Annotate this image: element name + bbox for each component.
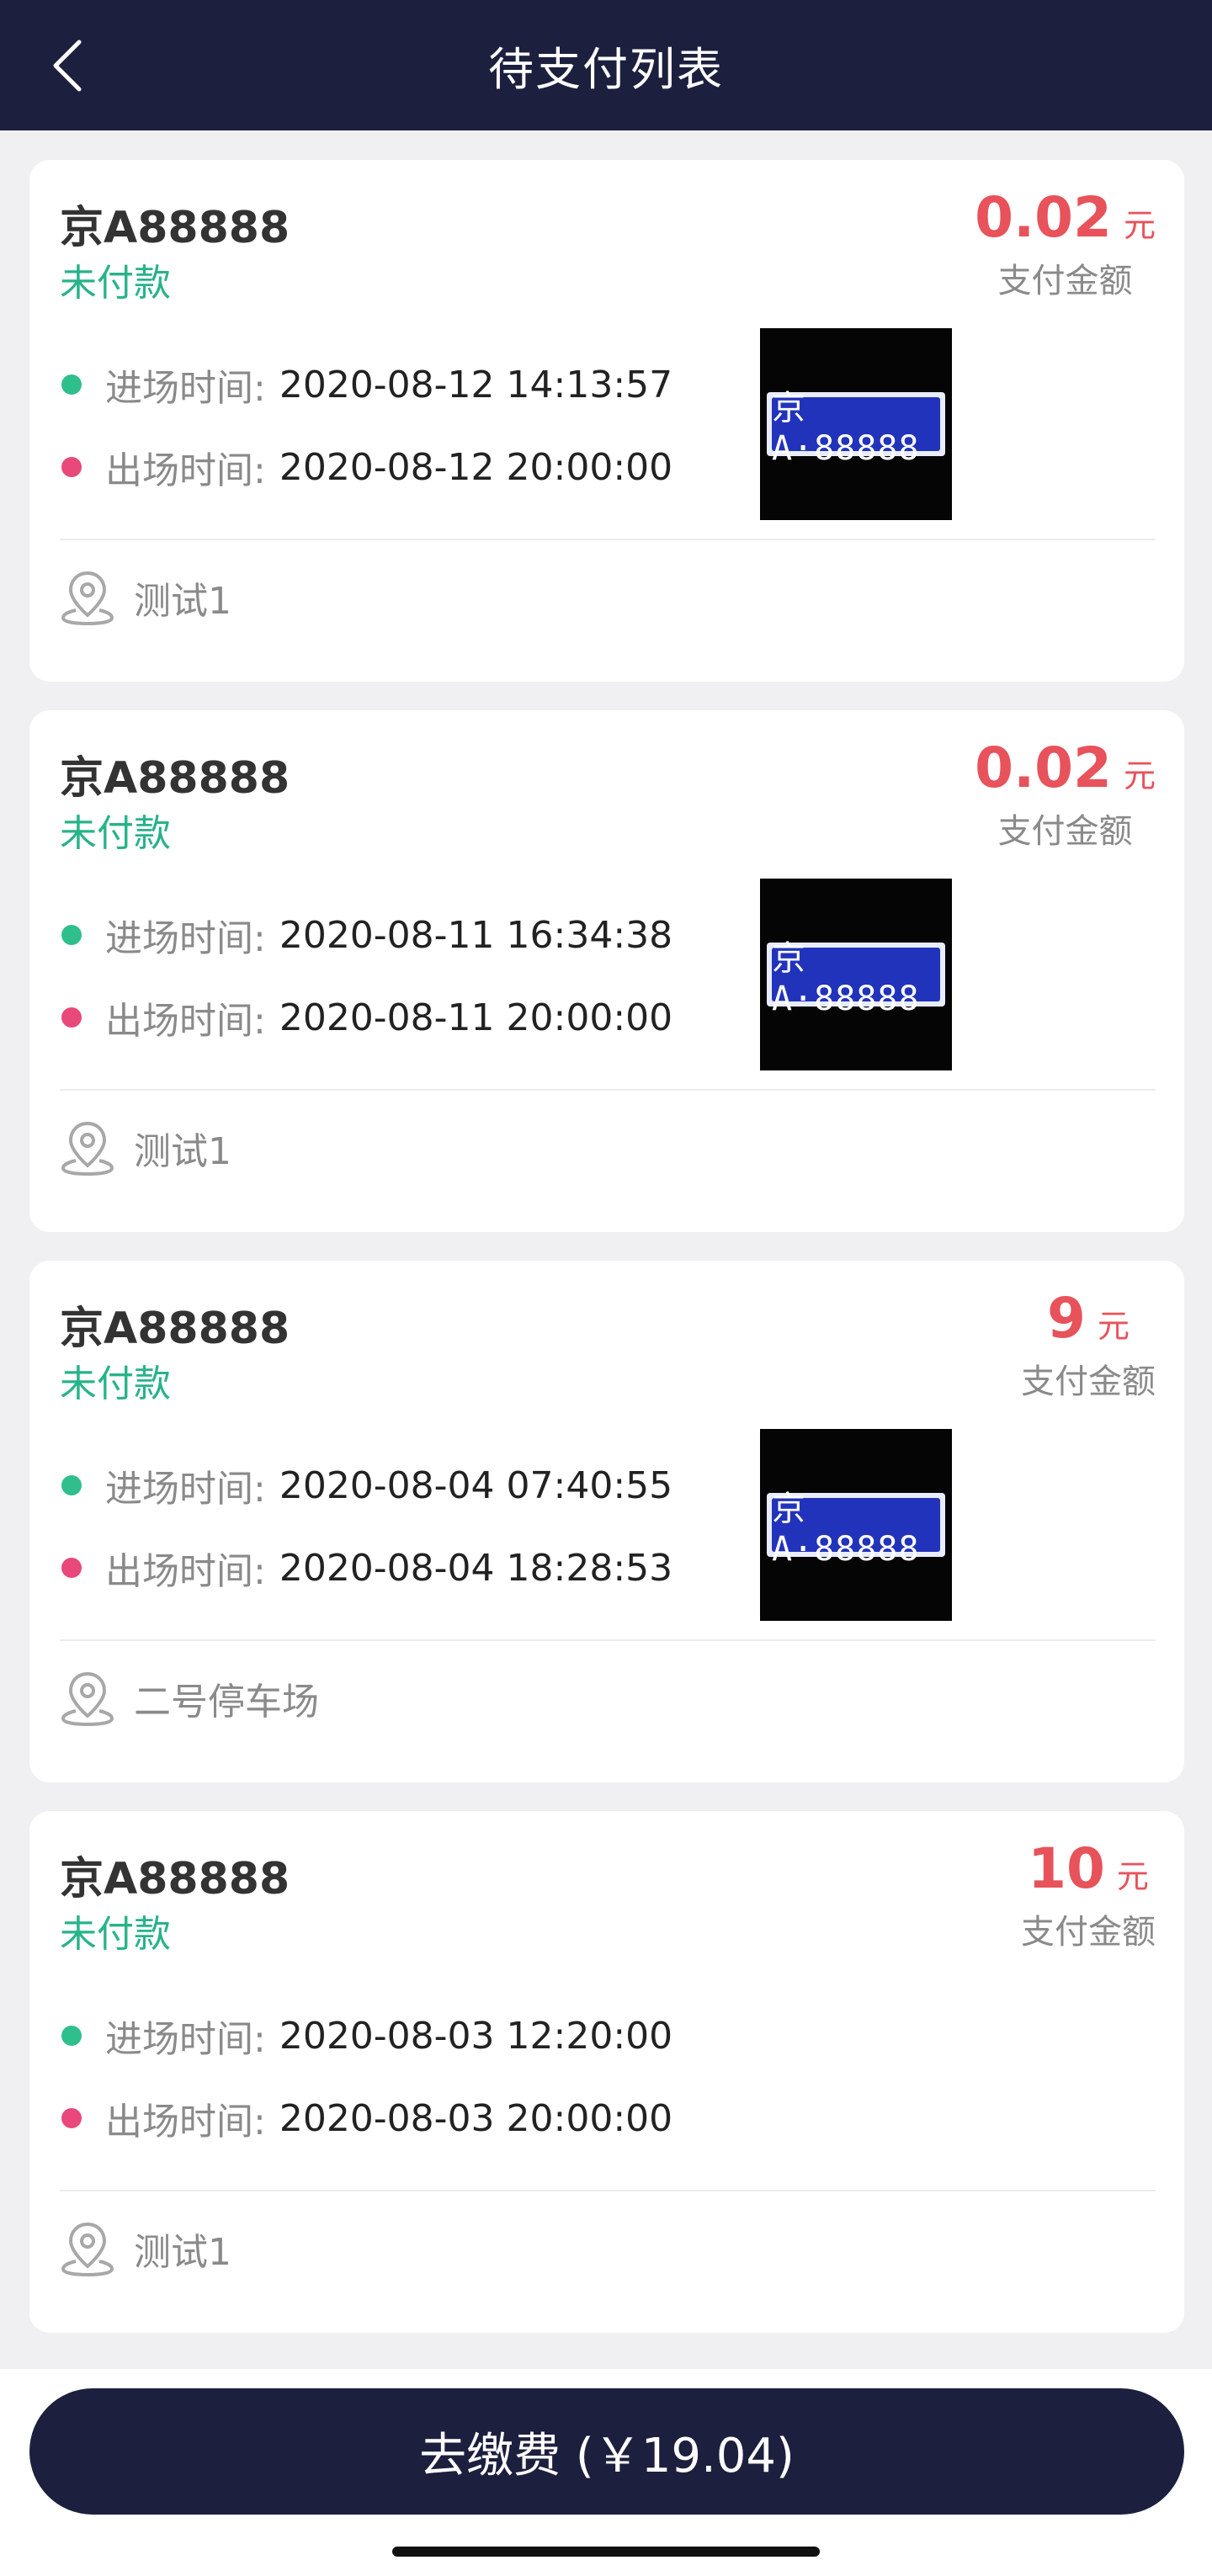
plate-number: 京A88888 [60, 753, 290, 804]
entry-time-row: 进场时间: 2020-08-03 12:20:00 [61, 2009, 672, 2063]
location-pin-icon [61, 571, 114, 626]
amount-label: 支付金额 [997, 262, 1133, 300]
location-pin-icon [61, 1121, 114, 1176]
exit-dot-icon [61, 2108, 82, 2128]
plate-photo[interactable]: 京A·88888 [760, 1429, 952, 1621]
entry-dot-icon [61, 2026, 82, 2046]
order-card[interactable]: 京A88888 未付款 0.02 元 支付金额 进场时间: 2020-08-11 … [29, 710, 1184, 1232]
plate-number: 京A88888 [60, 1304, 290, 1354]
entry-time-row: 进场时间: 2020-08-04 07:40:55 [61, 1458, 672, 1512]
plate-number: 京A88888 [60, 1854, 290, 1904]
exit-time-label: 出场时间: [105, 1000, 266, 1043]
divider [60, 1639, 1156, 1641]
amount-unit: 元 [1123, 757, 1156, 794]
exit-time-row: 出场时间: 2020-08-04 18:28:53 [61, 1541, 672, 1595]
entry-dot-icon [61, 374, 82, 395]
amount-block: 0.02 元 支付金额 [975, 185, 1156, 302]
amount-block: 9元 支付金额 [1021, 1286, 1156, 1403]
entry-time-label: 进场时间: [105, 2018, 266, 2061]
parking-lot-name: 测试1 [134, 1130, 231, 1173]
exit-time-value: 2020-08-12 20:00:00 [279, 445, 673, 489]
entry-time-value: 2020-08-11 16:34:38 [279, 913, 673, 957]
amount-value: 0.02 [975, 736, 1112, 800]
photo-plate-text: 京A·88888 [772, 1490, 940, 1569]
top-nav-bar: 待支付列表 [0, 0, 1212, 130]
payment-status: 未付款 [60, 1362, 171, 1405]
order-card[interactable]: 京A88888 未付款 0.02 元 支付金额 进场时间: 2020-08-12 … [29, 160, 1184, 682]
divider [60, 2190, 1156, 2191]
divider [60, 1089, 1156, 1091]
exit-time-value: 2020-08-03 20:00:00 [279, 2096, 673, 2140]
entry-time-value: 2020-08-04 07:40:55 [279, 1463, 673, 1507]
location-pin-icon [61, 2222, 114, 2277]
order-list: 京A88888 未付款 0.02 元 支付金额 进场时间: 2020-08-12 … [29, 160, 1184, 2361]
home-indicator [392, 2547, 820, 2557]
amount-unit: 元 [1123, 207, 1156, 244]
plate-photo[interactable]: 京A·88888 [760, 328, 952, 520]
chevron-left-icon [53, 40, 82, 92]
entry-time-value: 2020-08-12 14:13:57 [279, 363, 673, 406]
exit-time-row: 出场时间: 2020-08-12 20:00:00 [61, 440, 672, 494]
amount-label: 支付金额 [1021, 1362, 1156, 1401]
amount-unit: 元 [1097, 1308, 1130, 1345]
order-card[interactable]: 京A88888 未付款 9元 支付金额 进场时间: 2020-08-04 07:… [29, 1261, 1184, 1782]
entry-dot-icon [61, 925, 82, 945]
exit-dot-icon [61, 457, 82, 477]
entry-time-label: 进场时间: [105, 367, 266, 410]
parking-lot-row: 测试1 [60, 1118, 231, 1177]
parking-lot-row: 测试1 [60, 568, 231, 627]
parking-lot-row: 测试1 [60, 2219, 231, 2278]
parking-lot-name: 二号停车场 [134, 1681, 319, 1724]
entry-time-row: 进场时间: 2020-08-11 16:34:38 [61, 908, 672, 962]
pay-button[interactable]: 去缴费 (￥19.04) [29, 2388, 1184, 2515]
exit-time-label: 出场时间: [105, 1550, 266, 1593]
payment-status: 未付款 [60, 1913, 171, 1956]
plate-number: 京A88888 [60, 203, 290, 253]
entry-time-value: 2020-08-03 12:20:00 [279, 2014, 673, 2058]
location-pin-icon [61, 1671, 114, 1727]
exit-time-row: 出场时间: 2020-08-03 20:00:00 [61, 2091, 672, 2145]
plate-photo[interactable]: 京A·88888 [760, 879, 952, 1070]
amount-block: 10 元 支付金额 [1021, 1836, 1156, 1953]
exit-time-row: 出场时间: 2020-08-11 20:00:00 [61, 991, 672, 1044]
photo-plate-text: 京A·88888 [772, 939, 940, 1018]
entry-time-label: 进场时间: [105, 917, 266, 960]
back-button[interactable] [34, 32, 101, 99]
entry-time-row: 进场时间: 2020-08-12 14:13:57 [61, 358, 672, 412]
exit-time-value: 2020-08-11 20:00:00 [279, 996, 673, 1039]
amount-unit: 元 [1116, 1858, 1149, 1895]
exit-time-label: 出场时间: [105, 2101, 266, 2143]
amount-value: 0.02 [975, 185, 1112, 250]
parking-lot-row: 二号停车场 [60, 1669, 319, 1728]
amount-label: 支付金额 [997, 812, 1133, 851]
order-card[interactable]: 京A88888 未付款 10 元 支付金额 进场时间: 2020-08-03 12… [29, 1811, 1184, 2333]
amount-block: 0.02 元 支付金额 [975, 736, 1156, 852]
entry-time-label: 进场时间: [105, 1468, 266, 1511]
exit-time-value: 2020-08-04 18:28:53 [279, 1546, 673, 1590]
amount-value: 10 [1028, 1836, 1105, 1901]
parking-lot-name: 测试1 [134, 580, 231, 623]
page-title: 待支付列表 [488, 43, 724, 96]
payment-status: 未付款 [60, 262, 171, 305]
exit-dot-icon [61, 1558, 82, 1578]
parking-lot-name: 测试1 [134, 2231, 231, 2274]
exit-time-label: 出场时间: [105, 449, 266, 492]
payment-status: 未付款 [60, 812, 171, 855]
photo-plate-text: 京A·88888 [772, 389, 940, 468]
entry-dot-icon [61, 1475, 82, 1495]
amount-value: 9 [1047, 1286, 1086, 1351]
exit-dot-icon [61, 1007, 82, 1028]
amount-label: 支付金额 [1021, 1913, 1156, 1952]
divider [60, 539, 1156, 540]
